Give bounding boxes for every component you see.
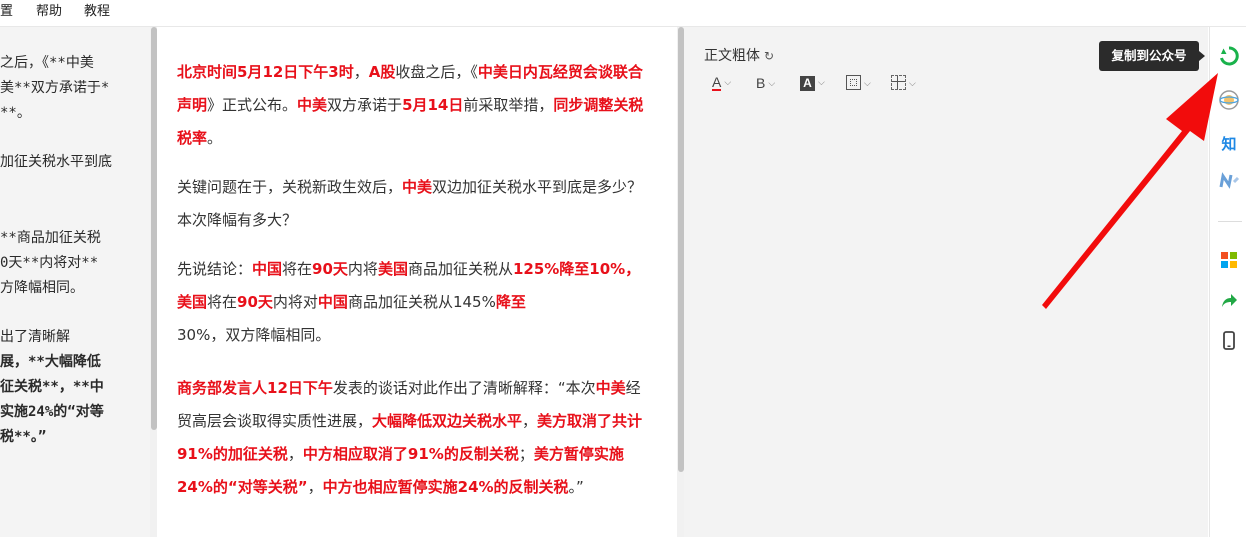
- chevron-down-icon: ⌵: [724, 78, 732, 88]
- editor-line: 出了清晰解: [0, 329, 70, 345]
- font-color-button[interactable]: A ⌵: [712, 75, 731, 95]
- refresh-green-icon: [1220, 46, 1239, 66]
- style-title[interactable]: 正文粗体 ↻: [704, 45, 774, 65]
- table-border-button[interactable]: ⌵: [891, 75, 916, 95]
- border-icon: [846, 75, 861, 90]
- chevron-down-icon: ⌵: [864, 79, 871, 89]
- editor-line: 之后，《**中美: [0, 55, 94, 71]
- bold-button[interactable]: B ⌵: [756, 75, 775, 95]
- preview-pane: 北京时间5月12日下午3时，A股收盘之后，《中美日内瓦经贸会谈联合声明》正式公布…: [157, 27, 677, 537]
- grid-icon: [891, 75, 906, 90]
- background-color-button[interactable]: A ⌵: [800, 75, 825, 95]
- chevron-down-icon: ⌵: [768, 79, 776, 89]
- copy-to-wechat-tooltip: 复制到公众号: [1099, 41, 1205, 71]
- preview-paragraph-2: 关键问题在于，关税新政生效后，中美双边加征关税水平到底是多少？本次降幅有多大？: [177, 178, 643, 229]
- font-color-icon: A: [712, 74, 722, 91]
- editor-line: 展，**大幅降低: [0, 354, 101, 370]
- n-logo-icon: [1219, 172, 1240, 189]
- editor-line: 征关税**，**中: [0, 379, 104, 395]
- mobile-preview-button[interactable]: [1218, 331, 1240, 353]
- chevron-down-icon: ⌵: [818, 78, 825, 88]
- apps-grid-icon: [1221, 252, 1237, 268]
- editor-line: 税**。”: [0, 429, 47, 445]
- editor-line: 美**双方承诺于*: [0, 80, 110, 96]
- menu-tutorial[interactable]: 教程: [84, 0, 110, 24]
- zhihu-button[interactable]: 知: [1218, 133, 1240, 155]
- editor-line: **商品加征关税: [0, 230, 101, 246]
- editor-line: 加征关税水平到底: [0, 154, 112, 170]
- markdown-editor[interactable]: 之后，《**中美 美**双方承诺于* **。 加征关税水平到底 **商品加征关税…: [0, 27, 150, 537]
- editor-line: **。: [0, 105, 31, 121]
- menu-settings[interactable]: 置: [0, 0, 13, 24]
- style-panel: 正文粗体 ↻ A ⌵ B ⌵ A ⌵ ⌵ ⌵: [684, 27, 1208, 537]
- chevron-down-icon: ⌵: [909, 79, 916, 89]
- notion-button[interactable]: [1218, 170, 1240, 192]
- editor-line: 方降幅相同。: [0, 280, 84, 296]
- right-sidebar: 知: [1209, 27, 1246, 537]
- juejin-button[interactable]: [1218, 89, 1240, 111]
- menu-help[interactable]: 帮助: [36, 0, 62, 24]
- apps-button[interactable]: [1218, 251, 1240, 273]
- preview-paragraph-1: 北京时间5月12日下午3时，A股收盘之后，《中美日内瓦经贸会谈联合声明》正式公布…: [177, 63, 644, 147]
- wechat-copy-button[interactable]: [1218, 45, 1240, 67]
- preview-paragraph-4: 商务部发言人12日下午发表的谈话对此作出了清晰解释：“本次中美经贸高层会谈取得实…: [177, 379, 643, 496]
- globe-icon: [1219, 90, 1239, 110]
- preview-paragraph-3: 先说结论：中国将在90天内将美国商品加征关税从125%降至10%，美国将在90天…: [177, 260, 641, 344]
- share-arrow-icon: [1222, 294, 1237, 307]
- mobile-phone-icon: [1223, 331, 1235, 350]
- share-button[interactable]: [1218, 291, 1240, 313]
- bold-icon: B: [756, 75, 766, 91]
- background-color-icon: A: [800, 76, 815, 91]
- editor-line: 实施24%的“对等: [0, 404, 104, 420]
- refresh-icon[interactable]: ↻: [764, 49, 774, 63]
- border-button[interactable]: ⌵: [846, 75, 871, 95]
- sidebar-divider: [1218, 221, 1242, 222]
- editor-line: 0天**内将对**: [0, 255, 99, 271]
- menu-bar: 置 帮助 教程: [0, 0, 1246, 27]
